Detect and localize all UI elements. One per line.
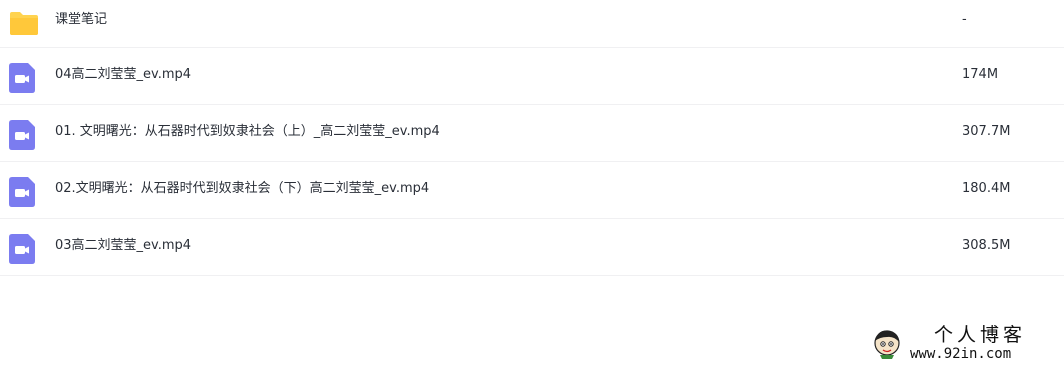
file-name[interactable]: 课堂笔记	[55, 10, 107, 30]
file-size: 180.4M	[962, 181, 1011, 196]
watermark: 个人博客 www.92in.com	[858, 322, 1064, 366]
video-file-icon	[8, 233, 36, 269]
video-file-icon	[8, 119, 36, 155]
video-file-icon	[8, 176, 36, 212]
list-item-video[interactable]: 03高二刘莹莹_ev.mp4 308.5M	[0, 219, 1064, 276]
file-size: 308.5M	[962, 238, 1011, 253]
file-list: 课堂笔记 - 04高二刘莹莹_ev.mp4 174M 01. 文明曙光：从石器时…	[0, 0, 1064, 276]
file-name[interactable]: 03高二刘莹莹_ev.mp4	[55, 236, 191, 256]
file-name[interactable]: 04高二刘莹莹_ev.mp4	[55, 65, 191, 85]
file-size: 174M	[962, 67, 999, 82]
video-file-icon	[8, 62, 36, 98]
file-size: -	[962, 12, 967, 27]
file-name[interactable]: 01. 文明曙光：从石器时代到奴隶社会（上）_高二刘莹莹_ev.mp4	[55, 122, 440, 142]
watermark-title: 个人博客	[934, 324, 1027, 346]
list-item-video[interactable]: 04高二刘莹莹_ev.mp4 174M	[0, 48, 1064, 105]
cartoon-avatar-icon	[872, 328, 902, 364]
folder-icon	[8, 10, 40, 40]
file-size: 307.7M	[962, 124, 1011, 139]
list-item-video[interactable]: 02.文明曙光：从石器时代到奴隶社会（下）高二刘莹莹_ev.mp4 180.4M	[0, 162, 1064, 219]
list-item-folder[interactable]: 课堂笔记 -	[0, 0, 1064, 48]
file-name[interactable]: 02.文明曙光：从石器时代到奴隶社会（下）高二刘莹莹_ev.mp4	[55, 179, 429, 199]
list-item-video[interactable]: 01. 文明曙光：从石器时代到奴隶社会（上）_高二刘莹莹_ev.mp4 307.…	[0, 105, 1064, 162]
watermark-url: www.92in.com	[910, 346, 1012, 362]
